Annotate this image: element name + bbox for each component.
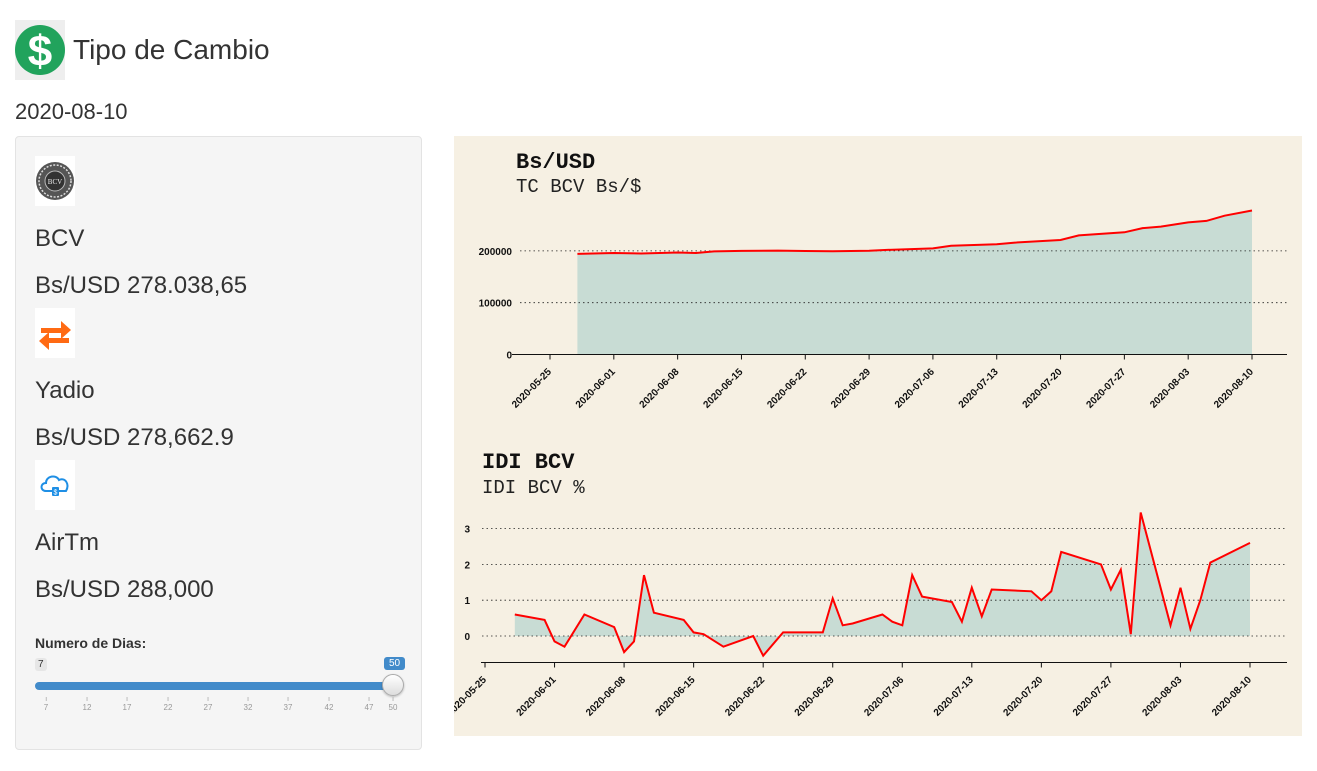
source-yadio bbox=[35, 308, 75, 358]
x-tick-label: 2020-07-27 bbox=[1071, 674, 1115, 718]
slider-tick: 47 bbox=[365, 697, 374, 712]
slider-value-label: 50 bbox=[384, 657, 406, 670]
x-tick-label: 2020-07-20 bbox=[1021, 366, 1065, 410]
slider-tick-labels: 7 12 17 22 27 32 37 42 47 50 bbox=[16, 697, 423, 717]
x-tick-label: 2020-06-01 bbox=[515, 674, 559, 718]
x-tick-label: 2020-05-25 bbox=[510, 366, 554, 410]
app-header: $ Tipo de Cambio bbox=[15, 20, 270, 80]
slider-tick: 50 bbox=[389, 697, 398, 712]
source-value-bcv: Bs/USD 278.038,65 bbox=[35, 272, 248, 299]
slider-tick: 37 bbox=[284, 697, 293, 712]
chart-title: Bs/USD bbox=[516, 150, 595, 175]
chart-subtitle: IDI BCV % bbox=[482, 477, 585, 499]
charts-svg: Bs/USDTC BCV Bs/$ 0 100000 200000 2020-05-25… bbox=[454, 150, 1287, 719]
x-tick-label: 2020-05-25 bbox=[454, 674, 489, 718]
x-tick-label: 2020-06-08 bbox=[584, 674, 628, 718]
x-tick-label: 2020-08-03 bbox=[1148, 366, 1192, 410]
x-tick-label: 2020-06-22 bbox=[765, 366, 809, 410]
dollar-sign-icon: $ bbox=[15, 20, 65, 80]
source-name-yadio: Yadio bbox=[35, 377, 95, 404]
x-tick-label: 2020-07-13 bbox=[957, 366, 1001, 410]
x-tick-label: 2020-06-15 bbox=[654, 674, 698, 718]
y-tick-label: 100000 bbox=[479, 299, 513, 310]
slider-tick: 22 bbox=[164, 697, 173, 712]
x-tick-label: 2020-06-29 bbox=[829, 366, 873, 410]
sidebar-panel: BCV BCV Bs/USD 278.038,65 Yadio Bs/USD 2… bbox=[15, 136, 422, 750]
source-value-airtm: Bs/USD 288,000 bbox=[35, 576, 214, 603]
source-value-yadio: Bs/USD 278,662.9 bbox=[35, 424, 234, 451]
svg-text:$: $ bbox=[54, 490, 58, 497]
bcv-seal-icon: BCV bbox=[35, 156, 75, 206]
source-airtm: $ bbox=[35, 460, 75, 510]
charts-panel: Bs/USD TC BCV Bs/$ 0 100000 200000 2020-05-25… bbox=[454, 136, 1302, 736]
y-tick-label: 1 bbox=[464, 596, 470, 607]
x-tick-label: 2020-06-22 bbox=[723, 674, 767, 718]
source-name-airtm: AirTm bbox=[35, 529, 99, 556]
y-tick-label: 200000 bbox=[479, 247, 513, 258]
source-bcv: BCV bbox=[35, 156, 75, 206]
x-tick-label: 2020-07-20 bbox=[1001, 674, 1045, 718]
x-tick-label: 2020-07-13 bbox=[932, 674, 976, 718]
y-tick-label: 3 bbox=[464, 525, 470, 536]
exchange-arrows-icon bbox=[35, 308, 75, 358]
current-date: 2020-08-10 bbox=[15, 99, 128, 124]
slider-tick: 17 bbox=[123, 697, 132, 712]
days-slider-label: Numero de Dias: bbox=[35, 635, 147, 651]
x-tick-label: 2020-06-15 bbox=[702, 366, 746, 410]
x-tick-label: 2020-07-27 bbox=[1084, 366, 1128, 410]
slider-tick: 12 bbox=[83, 697, 92, 712]
x-tick-label: 2020-06-29 bbox=[793, 674, 837, 718]
cloud-dollar-icon: $ bbox=[35, 460, 75, 510]
slider-tick: 7 bbox=[44, 697, 48, 712]
chart-title: IDI BCV bbox=[482, 450, 575, 475]
days-slider-handle[interactable] bbox=[382, 674, 404, 696]
source-name-bcv: BCV bbox=[35, 225, 85, 252]
svg-text:$: $ bbox=[28, 27, 52, 76]
y-tick-label: 2 bbox=[464, 560, 470, 571]
series-area bbox=[577, 210, 1252, 355]
y-tick-label: 0 bbox=[506, 351, 512, 362]
x-tick-label: 2020-08-10 bbox=[1212, 366, 1256, 410]
x-tick-label: 2020-06-01 bbox=[574, 366, 618, 410]
slider-min-label: 7 bbox=[35, 658, 47, 671]
slider-tick: 42 bbox=[325, 697, 334, 712]
page-title: Tipo de Cambio bbox=[73, 34, 270, 65]
x-tick-label: 2020-08-03 bbox=[1141, 674, 1185, 718]
slider-tick: 27 bbox=[204, 697, 213, 712]
slider-tick: 32 bbox=[244, 697, 253, 712]
x-tick-label: 2020-08-10 bbox=[1210, 674, 1254, 718]
y-tick-label: 0 bbox=[464, 632, 470, 643]
svg-text:BCV: BCV bbox=[48, 178, 62, 186]
x-tick-label: 2020-06-08 bbox=[638, 366, 682, 410]
days-slider-track[interactable] bbox=[35, 682, 395, 690]
x-tick-label: 2020-07-06 bbox=[893, 366, 937, 410]
x-tick-label: 2020-07-06 bbox=[862, 674, 906, 718]
chart-subtitle: TC BCV Bs/$ bbox=[516, 176, 641, 198]
